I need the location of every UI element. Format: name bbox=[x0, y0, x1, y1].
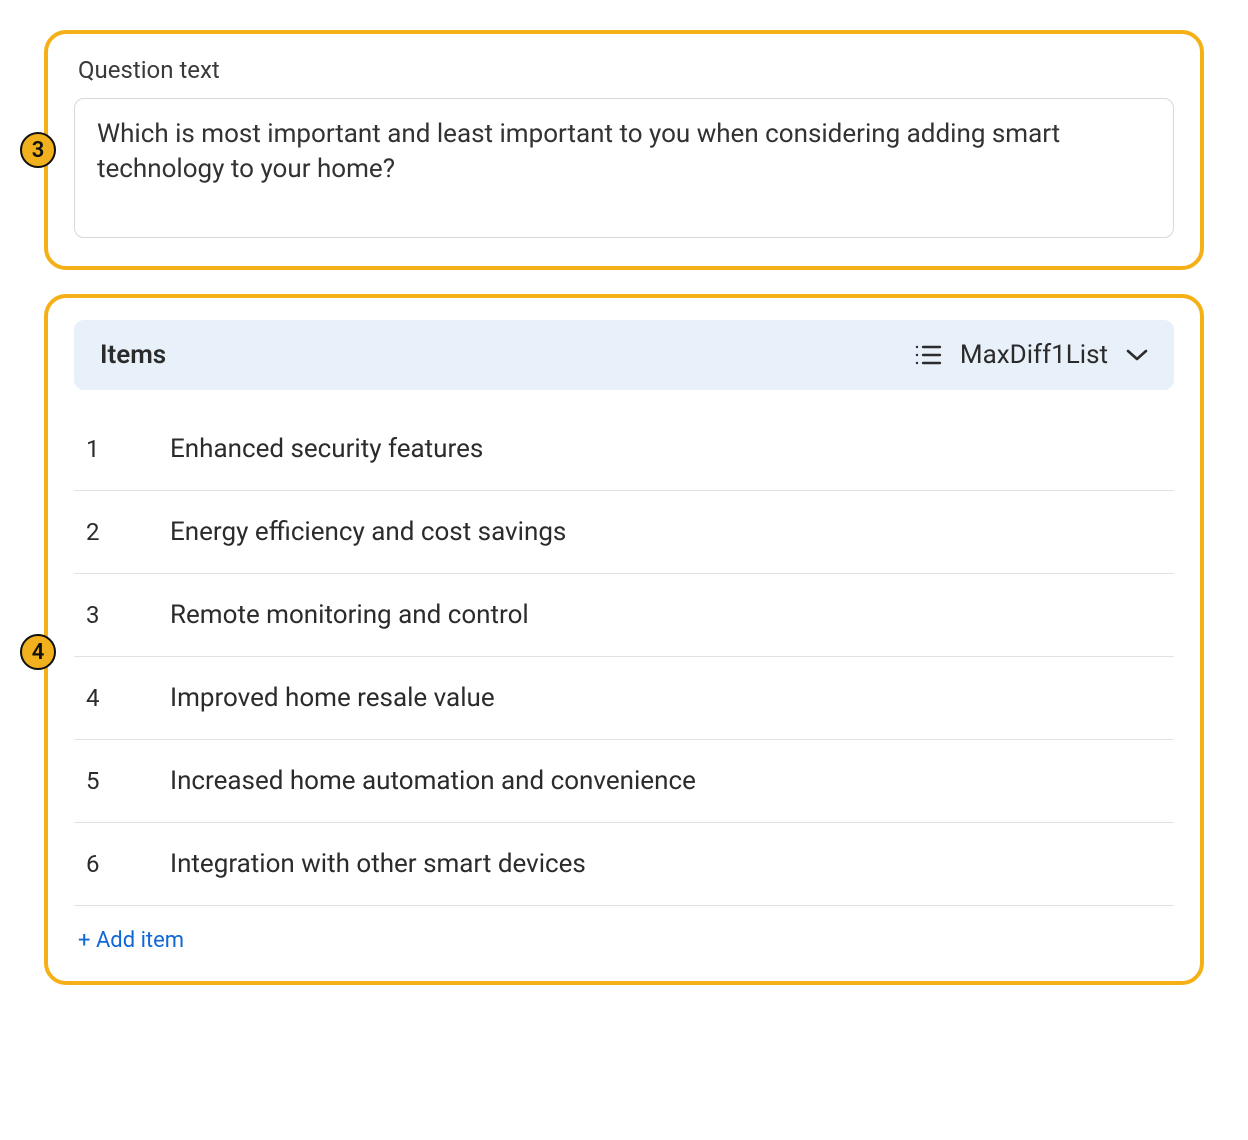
list-item[interactable]: 1 Enhanced security features bbox=[74, 408, 1174, 491]
item-number: 2 bbox=[80, 518, 170, 546]
item-text: Improved home resale value bbox=[170, 683, 495, 713]
item-number: 4 bbox=[80, 684, 170, 712]
item-text: Remote monitoring and control bbox=[170, 600, 529, 630]
chevron-down-icon bbox=[1126, 348, 1148, 362]
list-item[interactable]: 5 Increased home automation and convenie… bbox=[74, 740, 1174, 823]
item-number: 6 bbox=[80, 850, 170, 878]
item-text: Energy efficiency and cost savings bbox=[170, 517, 566, 547]
item-text: Integration with other smart devices bbox=[170, 849, 586, 879]
callout-step-4: 4 bbox=[20, 634, 56, 670]
items-list-selector[interactable]: MaxDiff1List bbox=[914, 340, 1148, 370]
list-icon bbox=[914, 343, 942, 367]
list-item[interactable]: 2 Energy efficiency and cost savings bbox=[74, 491, 1174, 574]
callout-step-4-label: 4 bbox=[32, 640, 45, 665]
question-text-label: Question text bbox=[78, 56, 1174, 84]
question-text-input[interactable] bbox=[74, 98, 1174, 238]
callout-step-3-label: 3 bbox=[32, 138, 45, 163]
items-list: 1 Enhanced security features 2 Energy ef… bbox=[74, 408, 1174, 906]
item-number: 1 bbox=[80, 435, 170, 463]
item-text: Increased home automation and convenienc… bbox=[170, 766, 696, 796]
add-item-button[interactable]: + Add item bbox=[74, 906, 188, 957]
items-header-title: Items bbox=[100, 340, 166, 370]
callout-step-3: 3 bbox=[20, 132, 56, 168]
list-item[interactable]: 4 Improved home resale value bbox=[74, 657, 1174, 740]
items-panel: Items MaxDiff1List bbox=[44, 294, 1204, 985]
add-item-label: + Add item bbox=[78, 928, 184, 953]
list-item[interactable]: 3 Remote monitoring and control bbox=[74, 574, 1174, 657]
question-text-panel: Question text bbox=[44, 30, 1204, 270]
items-list-selector-label: MaxDiff1List bbox=[960, 340, 1108, 370]
item-number: 3 bbox=[80, 601, 170, 629]
editor-canvas: 3 4 Question text Items bbox=[0, 0, 1248, 1140]
item-number: 5 bbox=[80, 767, 170, 795]
item-text: Enhanced security features bbox=[170, 434, 483, 464]
items-header: Items MaxDiff1List bbox=[74, 320, 1174, 390]
list-item[interactable]: 6 Integration with other smart devices bbox=[74, 823, 1174, 906]
